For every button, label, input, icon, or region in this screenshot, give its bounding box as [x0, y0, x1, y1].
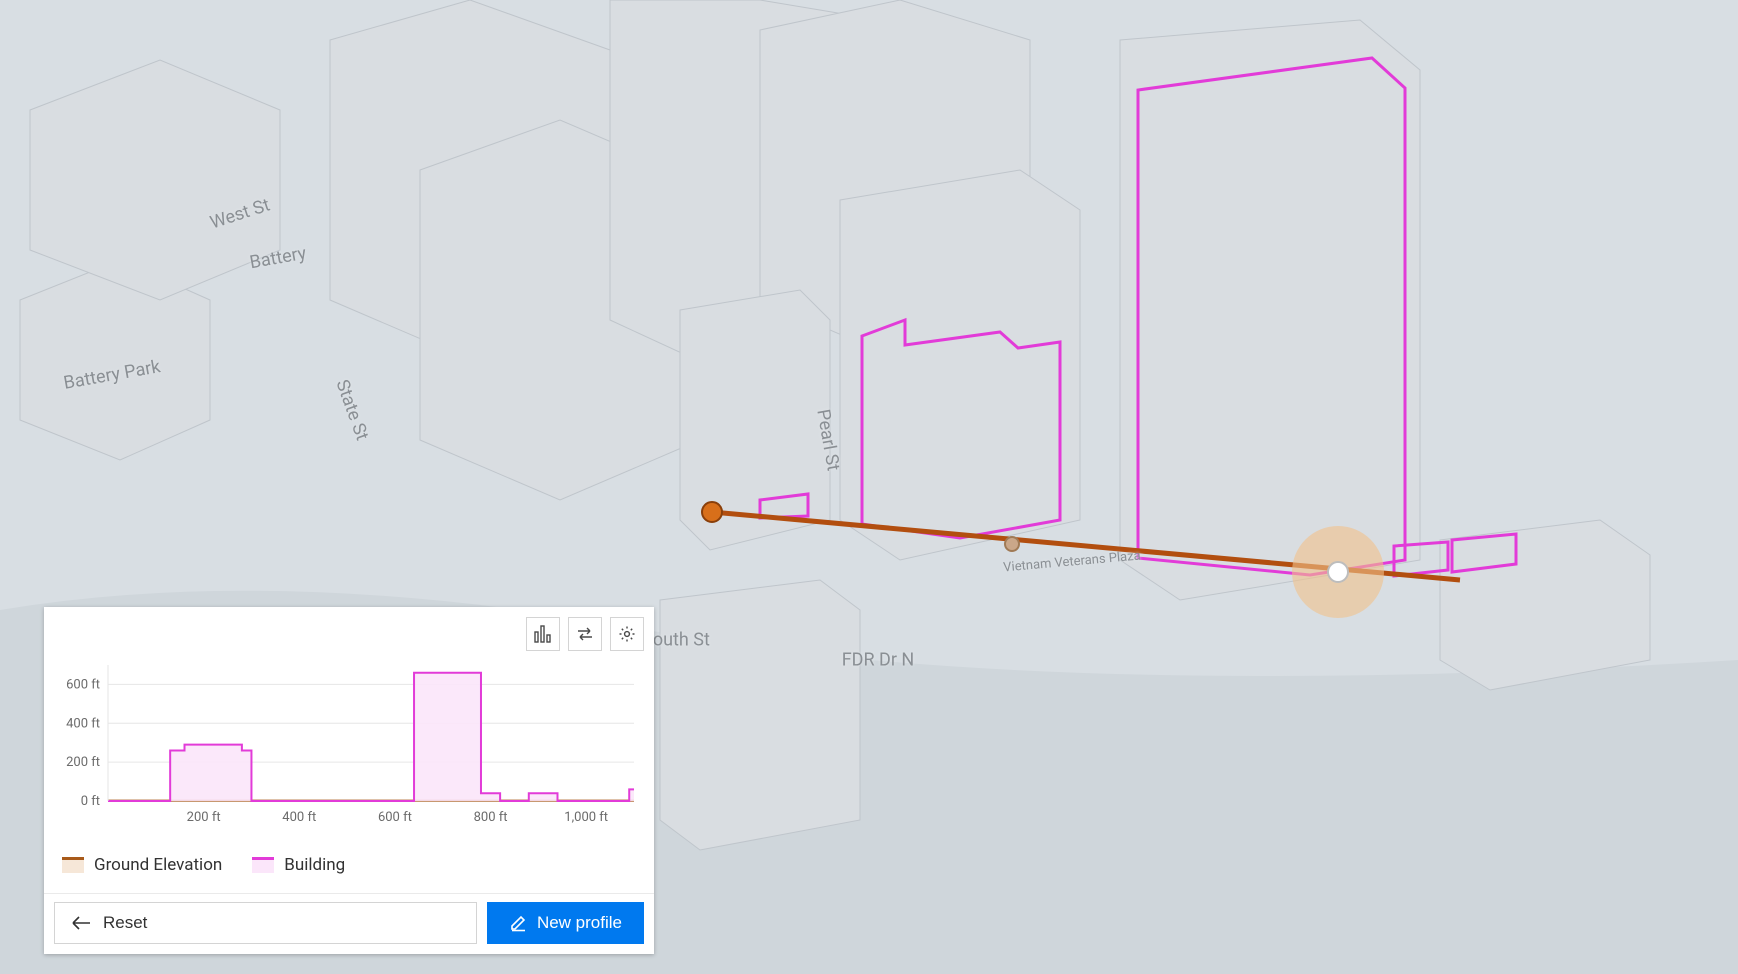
svg-text:400 ft: 400 ft [282, 810, 316, 825]
legend-swatch-building [252, 857, 274, 873]
svg-text:600 ft: 600 ft [378, 810, 412, 825]
swap-axes-button[interactable] [568, 617, 602, 651]
panel-toolbar [44, 607, 654, 655]
svg-text:200 ft: 200 ft [66, 755, 100, 770]
legend-swatch-ground [62, 857, 84, 873]
reset-label: Reset [103, 913, 147, 933]
stats-button[interactable] [526, 617, 560, 651]
elevation-profile-panel: 0 ft 200 ft 400 ft 600 ft 200 ft 400 ft 600 ft… [44, 607, 654, 954]
new-profile-label: New profile [537, 913, 622, 933]
profile-vertex-active[interactable] [1328, 562, 1348, 582]
svg-text:800 ft: 800 ft [474, 810, 508, 825]
profile-vertex[interactable] [702, 502, 722, 522]
svg-text:0 ft: 0 ft [81, 794, 100, 809]
elevation-chart-svg: 0 ft 200 ft 400 ft 600 ft 200 ft 400 ft 600 ft… [58, 659, 640, 829]
svg-text:600 ft: 600 ft [66, 677, 100, 692]
legend: Ground Elevation Building [44, 843, 654, 893]
legend-building: Building [252, 855, 345, 875]
pencil-icon [509, 914, 527, 932]
svg-text:1,000 ft: 1,000 ft [564, 810, 608, 825]
legend-label-building: Building [284, 855, 345, 875]
svg-text:200 ft: 200 ft [187, 810, 221, 825]
legend-ground-elevation: Ground Elevation [62, 855, 222, 875]
elevation-chart[interactable]: 0 ft 200 ft 400 ft 600 ft 200 ft 400 ft 600 ft… [44, 655, 654, 843]
settings-button[interactable] [610, 617, 644, 651]
svg-text:400 ft: 400 ft [66, 716, 100, 731]
swap-icon [576, 625, 594, 643]
profile-vertex[interactable] [1005, 537, 1019, 551]
legend-label-ground: Ground Elevation [94, 855, 222, 875]
bar-chart-icon [534, 625, 552, 643]
arrow-left-icon [71, 916, 91, 930]
gear-icon [618, 625, 636, 643]
reset-button[interactable]: Reset [54, 902, 477, 944]
panel-footer: Reset New profile [44, 893, 654, 954]
new-profile-button[interactable]: New profile [487, 902, 644, 944]
